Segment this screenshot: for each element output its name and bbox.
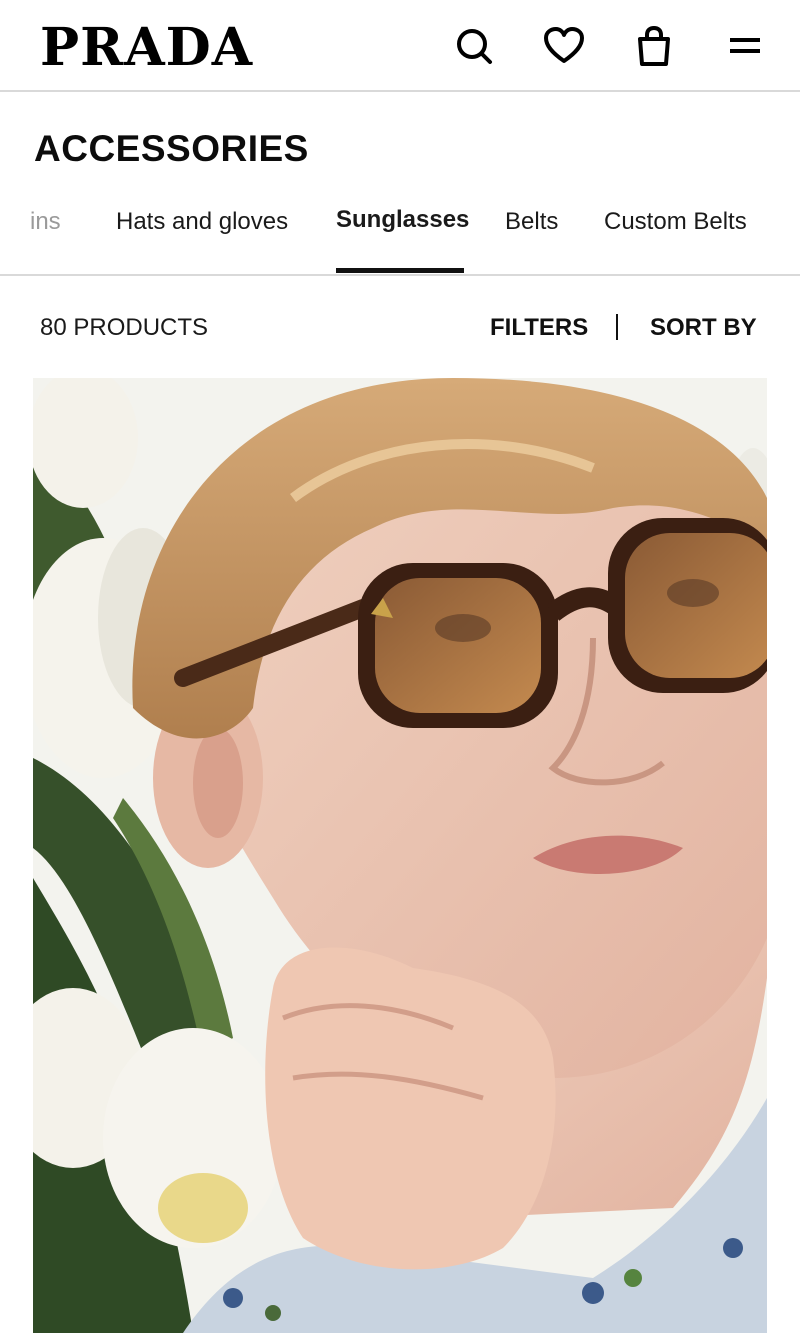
- page-title: ACCESSORIES: [34, 128, 309, 169]
- tab-sunglasses[interactable]: Sunglasses: [336, 206, 469, 234]
- active-tab-indicator: [336, 268, 464, 273]
- tab-partial[interactable]: ins: [30, 208, 61, 236]
- tab-custom-belts[interactable]: Custom Belts: [604, 208, 747, 236]
- product-count: 80 PRODUCTS: [40, 314, 209, 341]
- sort-by-button[interactable]: SORT BY: [650, 314, 757, 342]
- filters-sort-divider: [616, 314, 618, 340]
- menu-icon[interactable]: [722, 24, 766, 68]
- search-icon[interactable]: [452, 24, 496, 68]
- filters-button[interactable]: FILTERS: [490, 314, 588, 342]
- category-tabs: ins Hats and gloves Sunglasses Belts Cus…: [0, 186, 800, 276]
- site-header: PRADA: [0, 0, 800, 92]
- heart-icon[interactable]: [542, 24, 586, 68]
- tab-hats-and-gloves[interactable]: Hats and gloves: [116, 208, 288, 236]
- hero-product-image[interactable]: [33, 378, 767, 1333]
- prada-logo[interactable]: PRADA: [40, 18, 253, 78]
- tab-belts[interactable]: Belts: [505, 208, 558, 236]
- shopping-bag-icon[interactable]: [632, 24, 676, 68]
